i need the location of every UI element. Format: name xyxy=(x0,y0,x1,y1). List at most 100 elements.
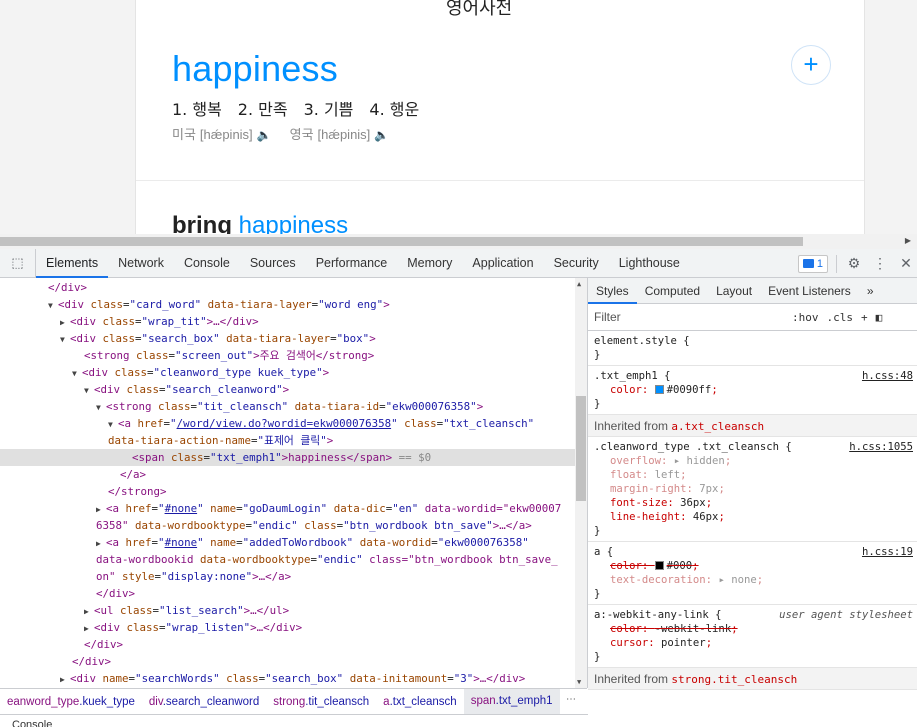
dom-tree-node[interactable]: <span class="txt_emph1">happiness</span>… xyxy=(0,449,575,466)
dom-tree-node[interactable]: ▶ <div class="wrap_listen">…</div> xyxy=(0,619,575,636)
breadcrumb-item[interactable]: strong.tit_cleansch xyxy=(266,696,376,708)
css-rule[interactable]: a {h.css:19 color: #000; text-decoration: … xyxy=(588,542,917,605)
dom-tree-node[interactable]: </a> xyxy=(0,466,575,483)
scroll-down-icon[interactable]: ▼ xyxy=(577,678,581,686)
scrollbar-thumb[interactable] xyxy=(576,396,586,501)
css-rule[interactable]: .txt_emph1 {h.css:48 color: #0090ff;} xyxy=(588,366,917,415)
speaker-icon[interactable]: 🔈 xyxy=(374,128,389,142)
new-rule-icon[interactable]: + xyxy=(861,311,868,324)
rule-source-link: user agent stylesheet xyxy=(779,609,913,621)
breadcrumb-more-icon[interactable]: ⋯ xyxy=(566,694,576,705)
tab-lighthouse[interactable]: Lighthouse xyxy=(609,249,690,278)
inherited-from-link[interactable]: strong.tit_cleansch xyxy=(671,673,797,686)
tab-event-listeners[interactable]: Event Listeners xyxy=(760,278,859,304)
css-property[interactable]: cursor: pointer; xyxy=(594,636,911,650)
css-rule[interactable]: a:-webkit-any-link {user agent styleshee… xyxy=(588,605,917,668)
dom-tree-node[interactable]: ▼ <a href="/word/view.do?wordid=ekw000076… xyxy=(0,415,575,432)
tab-sources[interactable]: Sources xyxy=(240,249,306,278)
hover-state-toggle[interactable]: :hov xyxy=(792,311,819,324)
dom-tree-node[interactable]: ▶ <a href="#none" name="goDaumLogin" data… xyxy=(0,500,575,517)
dom-tree-node[interactable]: <strong class="screen_out">주요 검색어</stron… xyxy=(0,347,575,364)
elements-tree[interactable]: </div> ▼ <div class="card_word" data-tiara… xyxy=(0,278,587,688)
page-horizontal-scrollbar[interactable]: ▶ xyxy=(0,234,917,249)
css-property[interactable]: font-size: 36px; xyxy=(594,496,911,510)
dom-tree-node[interactable]: ▼ <strong class="tit_cleansch" data-tiara… xyxy=(0,398,575,415)
css-property[interactable]: line-height: 46px; xyxy=(594,510,911,524)
dom-tree-node[interactable]: data-wordbookid data-wordbooktype="endic… xyxy=(0,551,575,568)
element-style-rule[interactable]: element.style { } xyxy=(588,331,917,366)
css-rule[interactable]: .cleanword_type .txt_cleansch {h.css:105… xyxy=(588,437,917,542)
issues-badge[interactable]: 1 xyxy=(797,254,828,273)
dom-tree-node[interactable]: ▼ <div class="cleanword_type kuek_type"> xyxy=(0,364,575,381)
css-property[interactable]: overflow: ▸ hidden; xyxy=(594,454,911,468)
rule-close: } xyxy=(594,651,601,663)
divider xyxy=(136,180,864,181)
inherited-from-link[interactable]: a.txt_cleansch xyxy=(671,420,764,433)
more-menu-icon[interactable]: ⋮ xyxy=(871,255,889,272)
breadcrumb-item[interactable]: eanword_type.kuek_type xyxy=(0,696,142,708)
styles-tabbar: Styles Computed Layout Event Listeners » xyxy=(588,278,917,304)
class-toggle[interactable]: .cls xyxy=(827,311,854,324)
breadcrumb-item[interactable]: a.txt_cleansch xyxy=(376,696,464,708)
dom-tree-node[interactable]: </div> xyxy=(0,636,575,653)
rule-source-link[interactable]: h.css:48 xyxy=(862,369,913,383)
close-icon[interactable]: ✕ xyxy=(897,255,915,272)
css-property[interactable]: color: -webkit-link; xyxy=(594,622,911,636)
inspect-element-icon[interactable]: ⬚ xyxy=(0,248,36,278)
console-drawer-label[interactable]: Console xyxy=(0,714,588,727)
dom-tree-node[interactable]: ▶ <div class="wrap_tit">…</div> xyxy=(0,313,575,330)
meaning-item: 2. 만족 xyxy=(237,100,288,119)
css-property[interactable]: text-decoration: ▸ none; xyxy=(594,573,911,587)
tab-performance[interactable]: Performance xyxy=(306,249,398,278)
dom-tree-node[interactable]: ▼ <div class="search_box" data-tiara-laye… xyxy=(0,330,575,347)
css-property[interactable]: color: #000; xyxy=(594,559,911,573)
tab-application[interactable]: Application xyxy=(462,249,543,278)
styles-filter-input[interactable] xyxy=(594,310,784,324)
tab-memory[interactable]: Memory xyxy=(397,249,462,278)
dom-tree-node[interactable]: </div> xyxy=(0,653,575,670)
rule-source-link[interactable]: h.css:1055 xyxy=(849,440,913,454)
rule-source-link[interactable]: h.css:19 xyxy=(862,545,913,559)
color-swatch[interactable] xyxy=(654,385,664,394)
dom-tree-node[interactable]: ▼ <div class="card_word" data-tiara-layer… xyxy=(0,296,575,313)
dom-tree-node[interactable]: ▶ <ul class="list_search">…</ul> xyxy=(0,602,575,619)
dom-tree-node[interactable]: </div> xyxy=(0,279,575,296)
add-to-wordbook-button[interactable]: + xyxy=(791,45,831,85)
scroll-up-icon[interactable]: ▲ xyxy=(577,280,581,288)
css-property[interactable]: color: #0090ff; xyxy=(594,383,911,397)
dom-tree-node[interactable]: 6358" data-wordbooktype="endic" class="b… xyxy=(0,517,575,534)
tab-network[interactable]: Network xyxy=(108,249,174,278)
tab-console[interactable]: Console xyxy=(174,249,240,278)
inherited-header: Inherited from a.txt_cleansch xyxy=(588,415,917,437)
dom-tree-node[interactable]: </strong> xyxy=(0,483,575,500)
css-property[interactable]: margin-right: 7px; xyxy=(594,482,911,496)
headword[interactable]: happiness xyxy=(172,48,338,90)
dom-tree-node[interactable]: data-tiara-action-name="표제어 클릭"> xyxy=(0,432,575,449)
gear-icon[interactable]: ⚙ xyxy=(845,255,863,272)
meaning-item: 4. 행운 xyxy=(369,100,420,119)
dom-tree-node[interactable]: ▼ <div class="search_cleanword"> xyxy=(0,381,575,398)
color-swatch[interactable] xyxy=(654,561,664,570)
tab-layout[interactable]: Layout xyxy=(708,278,760,304)
scroll-right-icon[interactable]: ▶ xyxy=(905,236,911,245)
tab-computed[interactable]: Computed xyxy=(637,278,708,304)
tab-elements[interactable]: Elements xyxy=(36,249,109,278)
elements-scrollbar[interactable]: ▲ ▼ xyxy=(575,278,587,688)
dom-tree-node[interactable]: </div> xyxy=(0,585,575,602)
more-tabs-icon[interactable]: » xyxy=(859,278,882,304)
tab-security[interactable]: Security xyxy=(544,249,609,278)
toggle-sidebar-icon[interactable]: ◧ xyxy=(876,311,883,324)
meaning-item: 1. 행복 xyxy=(172,100,222,119)
breadcrumb-item[interactable]: span.txt_emph1 xyxy=(463,689,560,714)
speaker-icon[interactable]: 🔈 xyxy=(257,128,272,142)
ipa-text: [hǽpinis] xyxy=(317,127,371,142)
tab-styles[interactable]: Styles xyxy=(588,278,637,304)
breadcrumb-item[interactable]: div.search_cleanword xyxy=(142,696,266,708)
scrollbar-thumb[interactable] xyxy=(0,237,803,246)
related-phrase[interactable]: bring happiness xyxy=(172,212,348,234)
dom-tree-node[interactable]: ▶ <a href="#none" name="addedToWordbook" … xyxy=(0,534,575,551)
dictionary-title[interactable]: 영어사전 xyxy=(439,0,519,20)
dom-tree-node[interactable]: on" style="display:none">…</a> xyxy=(0,568,575,585)
css-property[interactable]: float: left; xyxy=(594,468,911,482)
dom-tree-node[interactable]: ▶ <div name="searchWords" class="search_b… xyxy=(0,670,575,687)
